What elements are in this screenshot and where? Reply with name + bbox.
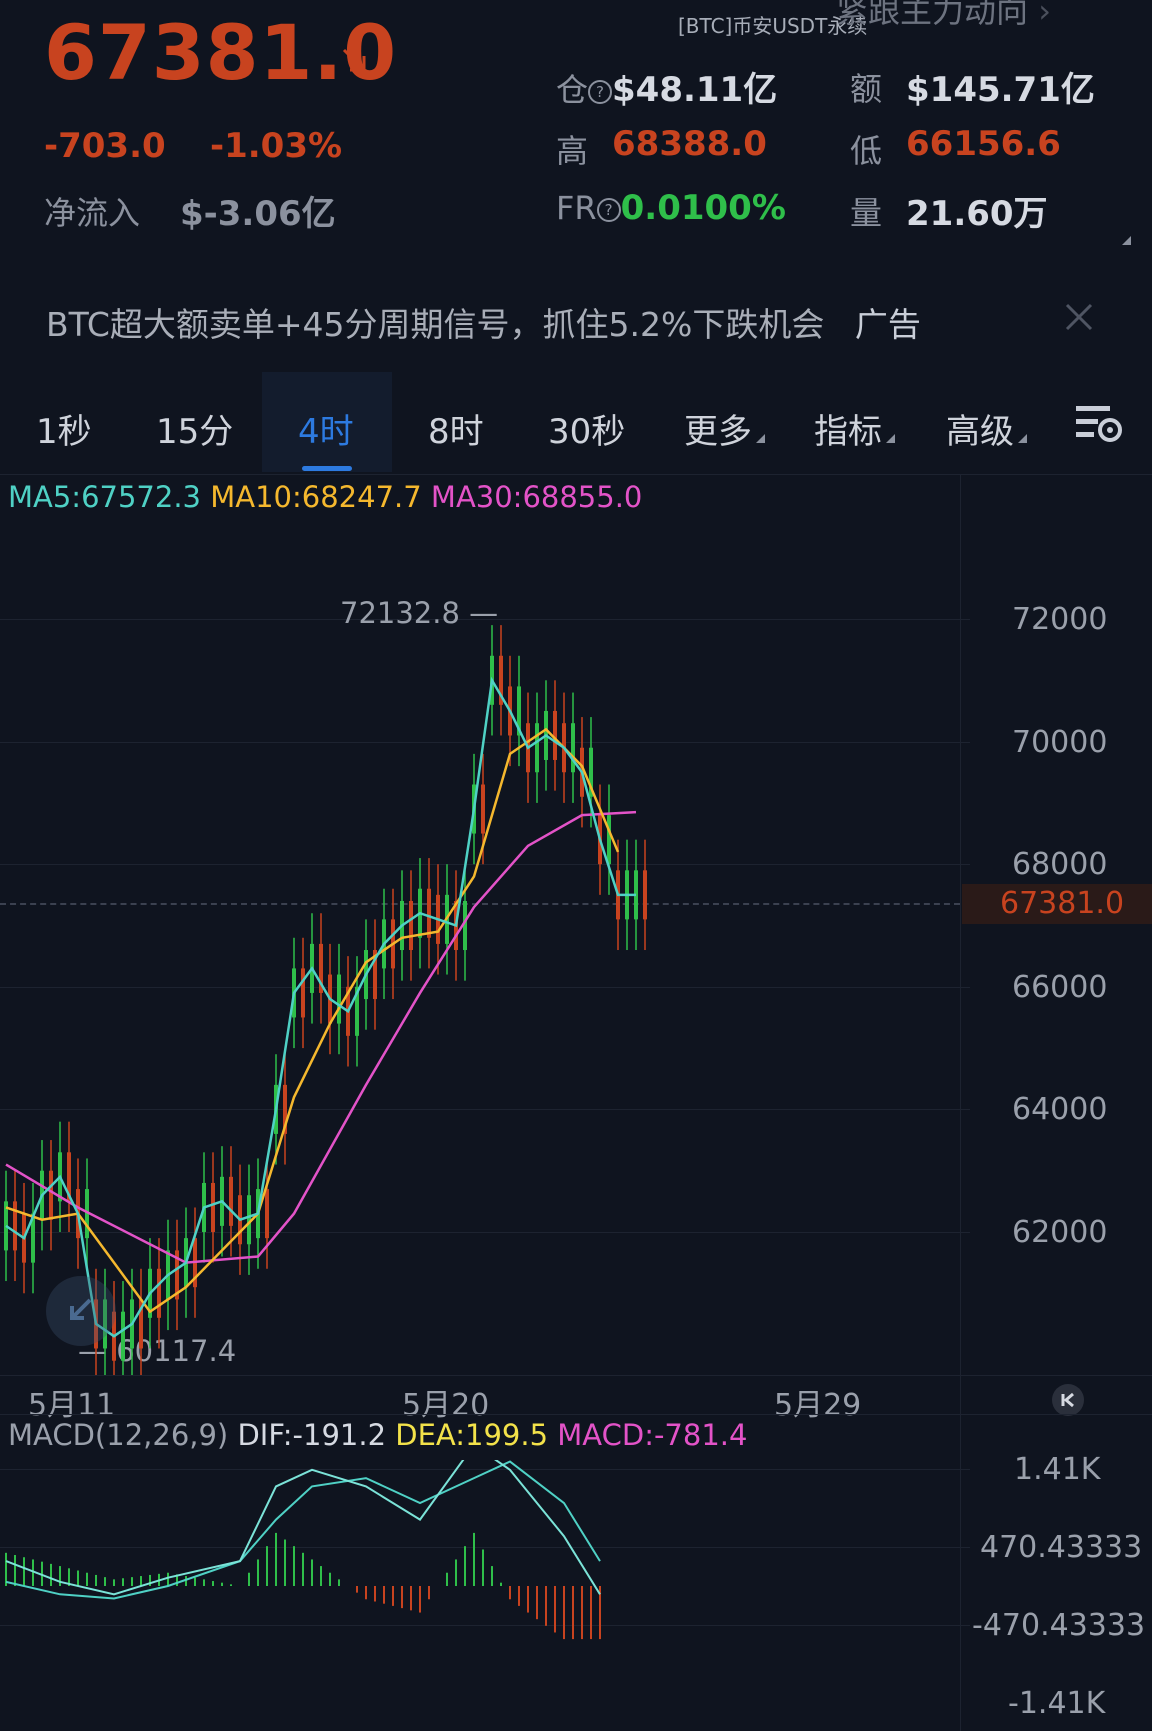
scroll-back-button[interactable] bbox=[46, 1276, 116, 1346]
current-price-value: 67381.0 bbox=[1000, 886, 1125, 921]
candle-body bbox=[535, 723, 539, 773]
tab-30s[interactable]: 30秒 bbox=[548, 404, 625, 453]
tab-1s[interactable]: 1秒 bbox=[36, 404, 92, 453]
candle-body bbox=[229, 1176, 233, 1226]
amount-label: 额 bbox=[850, 70, 883, 108]
price-axis-divider bbox=[960, 474, 961, 1731]
dropdown-corner-icon bbox=[756, 434, 765, 443]
jump-latest-button[interactable] bbox=[1052, 1384, 1084, 1416]
candle-body bbox=[13, 1201, 17, 1251]
price-axis-label: 62000 bbox=[1012, 1215, 1108, 1250]
macd-dif: DIF:-191.2 bbox=[237, 1418, 387, 1452]
ad-text: BTC超大额卖单+45分周期信号，抓住5.2%下跌机会 bbox=[46, 305, 825, 344]
tab-15m[interactable]: 15分 bbox=[156, 404, 233, 453]
chevron-right-icon: › bbox=[1038, 0, 1051, 30]
netflow-value: $-3.06亿 bbox=[180, 194, 336, 234]
tab-indicators[interactable]: 指标 bbox=[814, 404, 895, 453]
volume-label: 量 bbox=[850, 194, 883, 232]
fr-label: FR bbox=[556, 189, 597, 227]
candle-body bbox=[607, 815, 611, 865]
amount-value: $145.71亿 bbox=[906, 70, 1095, 110]
oi-label: 仓 bbox=[556, 71, 589, 109]
candle-body bbox=[409, 900, 413, 951]
tab-indicators-label: 指标 bbox=[814, 412, 882, 452]
candle-body bbox=[643, 870, 647, 920]
arrow-down-icon bbox=[340, 46, 368, 74]
ma30-line bbox=[5, 810, 637, 1264]
tab-more-label: 更多 bbox=[684, 412, 752, 452]
candle-body bbox=[49, 1170, 53, 1220]
tab-active-indicator bbox=[302, 466, 352, 471]
candle-body bbox=[265, 1189, 269, 1239]
expand-corner-icon[interactable] bbox=[1122, 236, 1131, 245]
price-axis-label: 68000 bbox=[1012, 847, 1108, 882]
dropdown-corner-icon bbox=[886, 434, 895, 443]
candle-body bbox=[121, 1311, 125, 1361]
help-icon[interactable]: ? bbox=[588, 80, 613, 104]
volume-value: 21.60万 bbox=[906, 194, 1048, 234]
close-icon[interactable] bbox=[1064, 302, 1094, 332]
price-axis-label: 66000 bbox=[1012, 970, 1108, 1005]
ad-banner[interactable]: BTC超大额卖单+45分周期信号，抓住5.2%下跌机会 广告 bbox=[46, 298, 921, 346]
change-abs: -703.0 bbox=[44, 126, 166, 166]
macd-top-divider bbox=[0, 1414, 1152, 1415]
low-value: 66156.6 bbox=[906, 124, 1061, 164]
dropdown-corner-icon bbox=[1018, 434, 1027, 443]
tab-more[interactable]: 更多 bbox=[684, 404, 765, 453]
price-axis-label: 64000 bbox=[1012, 1092, 1108, 1127]
open-interest: 仓? $48.11亿 bbox=[556, 62, 777, 111]
chart-settings-icon[interactable] bbox=[1074, 402, 1124, 446]
candle-body bbox=[211, 1182, 215, 1232]
macd-axis-label: -1.41K bbox=[1008, 1686, 1106, 1721]
price-chart[interactable] bbox=[0, 480, 960, 1375]
candle-body bbox=[337, 974, 341, 1024]
macd-legend: MACD(12,26,9) DIF:-191.2 DEA:199.5 MACD:… bbox=[8, 1418, 747, 1452]
macd-value: MACD:-781.4 bbox=[557, 1418, 748, 1452]
date-axis-top-divider bbox=[0, 1375, 1152, 1376]
skip-back-icon bbox=[1061, 1392, 1074, 1408]
macd-chart[interactable] bbox=[0, 1460, 960, 1660]
netflow-label: 净流入 bbox=[44, 194, 141, 232]
candle-body bbox=[157, 1268, 161, 1318]
candle-body bbox=[481, 784, 485, 834]
price-axis-label: 72000 bbox=[1012, 602, 1108, 637]
change-pct: -1.03% bbox=[210, 126, 343, 166]
candle-body bbox=[301, 968, 305, 1018]
macd-dea: DEA:199.5 bbox=[395, 1418, 549, 1452]
tab-advanced-label: 高级 bbox=[946, 412, 1014, 452]
low-label: 低 bbox=[850, 132, 883, 170]
high-value: 68388.0 bbox=[612, 124, 767, 164]
divider bbox=[0, 474, 1152, 475]
candle-body bbox=[571, 723, 575, 773]
high-label: 高 bbox=[556, 132, 589, 170]
tab-8h[interactable]: 8时 bbox=[428, 404, 484, 453]
tab-advanced[interactable]: 高级 bbox=[946, 404, 1027, 453]
macd-axis-label: 1.41K bbox=[1014, 1452, 1101, 1487]
follow-link[interactable]: 紧跟主力动向 › bbox=[836, 0, 1051, 32]
macd-histogram bbox=[5, 1532, 601, 1640]
date-label: 5月29 bbox=[774, 1388, 862, 1423]
ad-tag: 广告 bbox=[854, 305, 921, 344]
tab-4h[interactable]: 4时 bbox=[298, 404, 354, 453]
oi-value: $48.11亿 bbox=[612, 70, 778, 110]
macd-axis-label: 470.43333 bbox=[980, 1530, 1143, 1565]
fr-value: 0.0100% bbox=[620, 188, 786, 228]
help-icon[interactable]: ? bbox=[596, 198, 621, 222]
follow-label: 紧跟主力动向 bbox=[836, 0, 1029, 30]
macd-axis-label: -470.43333 bbox=[972, 1608, 1146, 1643]
candle-body bbox=[427, 888, 431, 938]
price-axis-label: 70000 bbox=[1012, 725, 1108, 760]
funding-rate: FR? 0.0100% bbox=[556, 188, 786, 228]
arrow-back-icon bbox=[70, 1298, 92, 1320]
macd-name: MACD(12,26,9) bbox=[8, 1418, 229, 1452]
